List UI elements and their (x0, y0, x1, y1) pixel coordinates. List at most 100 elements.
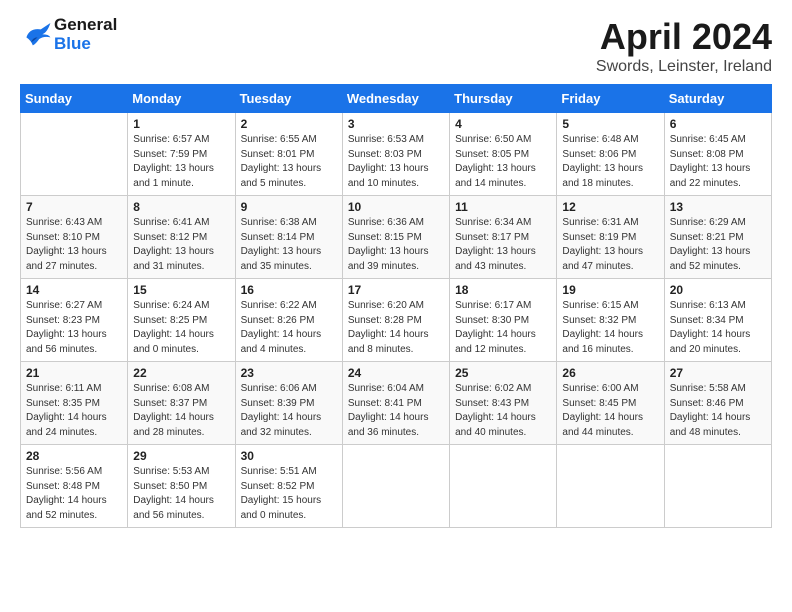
day-number: 29 (133, 449, 229, 463)
day-number: 30 (241, 449, 337, 463)
day-info: Sunrise: 5:53 AMSunset: 8:50 PMDaylight:… (133, 465, 229, 523)
weekday-header: Wednesday (342, 85, 449, 113)
day-number: 4 (455, 117, 551, 131)
day-info: Sunrise: 6:22 AMSunset: 8:26 PMDaylight:… (241, 299, 337, 357)
calendar-cell: 13 Sunrise: 6:29 AMSunset: 8:21 PMDayligh… (664, 196, 771, 279)
calendar-cell: 17 Sunrise: 6:20 AMSunset: 8:28 PMDayligh… (342, 279, 449, 362)
day-number: 6 (670, 117, 766, 131)
weekday-header: Monday (128, 85, 235, 113)
day-info: Sunrise: 6:50 AMSunset: 8:05 PMDaylight:… (455, 133, 551, 191)
calendar-cell: 3 Sunrise: 6:53 AMSunset: 8:03 PMDaylight… (342, 113, 449, 196)
calendar-week-row: 14Sunrise: 6:27 AMSunset: 8:23 PMDayligh… (21, 279, 772, 362)
day-info: Sunrise: 5:58 AMSunset: 8:46 PMDaylight:… (670, 382, 766, 440)
calendar-week-row: 21 Sunrise: 6:11 AMSunset: 8:35 PMDayligh… (21, 362, 772, 445)
day-number: 25 (455, 366, 551, 380)
day-number: 11 (455, 200, 551, 214)
day-info: Sunrise: 6:13 AMSunset: 8:34 PMDaylight:… (670, 299, 766, 357)
calendar-cell (664, 445, 771, 528)
calendar-cell: 8 Sunrise: 6:41 AMSunset: 8:12 PMDaylight… (128, 196, 235, 279)
calendar-cell: 19 Sunrise: 6:15 AMSunset: 8:32 PMDayligh… (557, 279, 664, 362)
day-number: 28 (26, 449, 122, 463)
day-info: Sunrise: 6:45 AMSunset: 8:08 PMDaylight:… (670, 133, 766, 191)
day-info: Sunrise: 6:20 AMSunset: 8:28 PMDaylight:… (348, 299, 444, 357)
day-number: 8 (133, 200, 229, 214)
day-number: 26 (562, 366, 658, 380)
day-number: 15 (133, 283, 229, 297)
calendar-title: April 2024 (596, 16, 772, 58)
weekday-header: Sunday (21, 85, 128, 113)
logo-line1: General (54, 16, 117, 35)
day-number: 22 (133, 366, 229, 380)
calendar-cell: 20 Sunrise: 6:13 AMSunset: 8:34 PMDayligh… (664, 279, 771, 362)
logo-line2: Blue (54, 35, 117, 54)
day-info: Sunrise: 6:29 AMSunset: 8:21 PMDaylight:… (670, 216, 766, 274)
calendar-cell: 12Sunrise: 6:31 AMSunset: 8:19 PMDayligh… (557, 196, 664, 279)
calendar-cell: 26 Sunrise: 6:00 AMSunset: 8:45 PMDayligh… (557, 362, 664, 445)
calendar-week-row: 1 Sunrise: 6:57 AMSunset: 7:59 PMDaylight… (21, 113, 772, 196)
day-number: 2 (241, 117, 337, 131)
day-info: Sunrise: 6:11 AMSunset: 8:35 PMDaylight:… (26, 382, 122, 440)
calendar-cell: 9Sunrise: 6:38 AMSunset: 8:14 PMDaylight… (235, 196, 342, 279)
weekday-header: Friday (557, 85, 664, 113)
day-number: 13 (670, 200, 766, 214)
day-info: Sunrise: 6:02 AMSunset: 8:43 PMDaylight:… (455, 382, 551, 440)
day-number: 7 (26, 200, 122, 214)
day-info: Sunrise: 6:27 AMSunset: 8:23 PMDaylight:… (26, 299, 122, 357)
day-info: Sunrise: 6:36 AMSunset: 8:15 PMDaylight:… (348, 216, 444, 274)
calendar-cell: 6 Sunrise: 6:45 AMSunset: 8:08 PMDaylight… (664, 113, 771, 196)
day-info: Sunrise: 6:43 AMSunset: 8:10 PMDaylight:… (26, 216, 122, 274)
calendar-cell (21, 113, 128, 196)
day-number: 23 (241, 366, 337, 380)
calendar-cell: 2 Sunrise: 6:55 AMSunset: 8:01 PMDaylight… (235, 113, 342, 196)
day-info: Sunrise: 6:57 AMSunset: 7:59 PMDaylight:… (133, 133, 229, 191)
calendar-cell: 23 Sunrise: 6:06 AMSunset: 8:39 PMDayligh… (235, 362, 342, 445)
calendar-cell: 28Sunrise: 5:56 AMSunset: 8:48 PMDayligh… (21, 445, 128, 528)
calendar-cell: 1 Sunrise: 6:57 AMSunset: 7:59 PMDaylight… (128, 113, 235, 196)
day-number: 9 (241, 200, 337, 214)
day-info: Sunrise: 5:51 AMSunset: 8:52 PMDaylight:… (241, 465, 337, 523)
calendar-cell: 16 Sunrise: 6:22 AMSunset: 8:26 PMDayligh… (235, 279, 342, 362)
weekday-header: Thursday (450, 85, 557, 113)
day-number: 12 (562, 200, 658, 214)
day-number: 19 (562, 283, 658, 297)
calendar-table: SundayMondayTuesdayWednesdayThursdayFrid… (20, 84, 772, 528)
calendar-cell: 24Sunrise: 6:04 AMSunset: 8:41 PMDayligh… (342, 362, 449, 445)
calendar-week-row: 28Sunrise: 5:56 AMSunset: 8:48 PMDayligh… (21, 445, 772, 528)
logo-icon (20, 21, 52, 49)
day-number: 20 (670, 283, 766, 297)
day-number: 16 (241, 283, 337, 297)
page-header: General Blue April 2024 Swords, Leinster… (20, 16, 772, 76)
day-info: Sunrise: 6:00 AMSunset: 8:45 PMDaylight:… (562, 382, 658, 440)
weekday-header: Tuesday (235, 85, 342, 113)
day-info: Sunrise: 6:17 AMSunset: 8:30 PMDaylight:… (455, 299, 551, 357)
day-number: 1 (133, 117, 229, 131)
day-number: 3 (348, 117, 444, 131)
calendar-cell (450, 445, 557, 528)
calendar-cell (557, 445, 664, 528)
calendar-cell: 10 Sunrise: 6:36 AMSunset: 8:15 PMDayligh… (342, 196, 449, 279)
day-info: Sunrise: 6:15 AMSunset: 8:32 PMDaylight:… (562, 299, 658, 357)
day-info: Sunrise: 6:55 AMSunset: 8:01 PMDaylight:… (241, 133, 337, 191)
calendar-location: Swords, Leinster, Ireland (596, 58, 772, 76)
day-info: Sunrise: 6:06 AMSunset: 8:39 PMDaylight:… (241, 382, 337, 440)
day-number: 27 (670, 366, 766, 380)
calendar-cell: 7 Sunrise: 6:43 AMSunset: 8:10 PMDaylight… (21, 196, 128, 279)
calendar-cell: 25 Sunrise: 6:02 AMSunset: 8:43 PMDayligh… (450, 362, 557, 445)
calendar-cell: 22 Sunrise: 6:08 AMSunset: 8:37 PMDayligh… (128, 362, 235, 445)
calendar-cell: 29 Sunrise: 5:53 AMSunset: 8:50 PMDayligh… (128, 445, 235, 528)
day-number: 21 (26, 366, 122, 380)
day-info: Sunrise: 6:08 AMSunset: 8:37 PMDaylight:… (133, 382, 229, 440)
calendar-cell (342, 445, 449, 528)
day-info: Sunrise: 6:53 AMSunset: 8:03 PMDaylight:… (348, 133, 444, 191)
day-number: 24 (348, 366, 444, 380)
calendar-cell: 21 Sunrise: 6:11 AMSunset: 8:35 PMDayligh… (21, 362, 128, 445)
day-number: 17 (348, 283, 444, 297)
day-number: 10 (348, 200, 444, 214)
day-info: Sunrise: 6:48 AMSunset: 8:06 PMDaylight:… (562, 133, 658, 191)
day-number: 5 (562, 117, 658, 131)
day-info: Sunrise: 6:24 AMSunset: 8:25 PMDaylight:… (133, 299, 229, 357)
calendar-cell: 15 Sunrise: 6:24 AMSunset: 8:25 PMDayligh… (128, 279, 235, 362)
day-number: 18 (455, 283, 551, 297)
day-info: Sunrise: 6:41 AMSunset: 8:12 PMDaylight:… (133, 216, 229, 274)
calendar-cell: 18 Sunrise: 6:17 AMSunset: 8:30 PMDayligh… (450, 279, 557, 362)
